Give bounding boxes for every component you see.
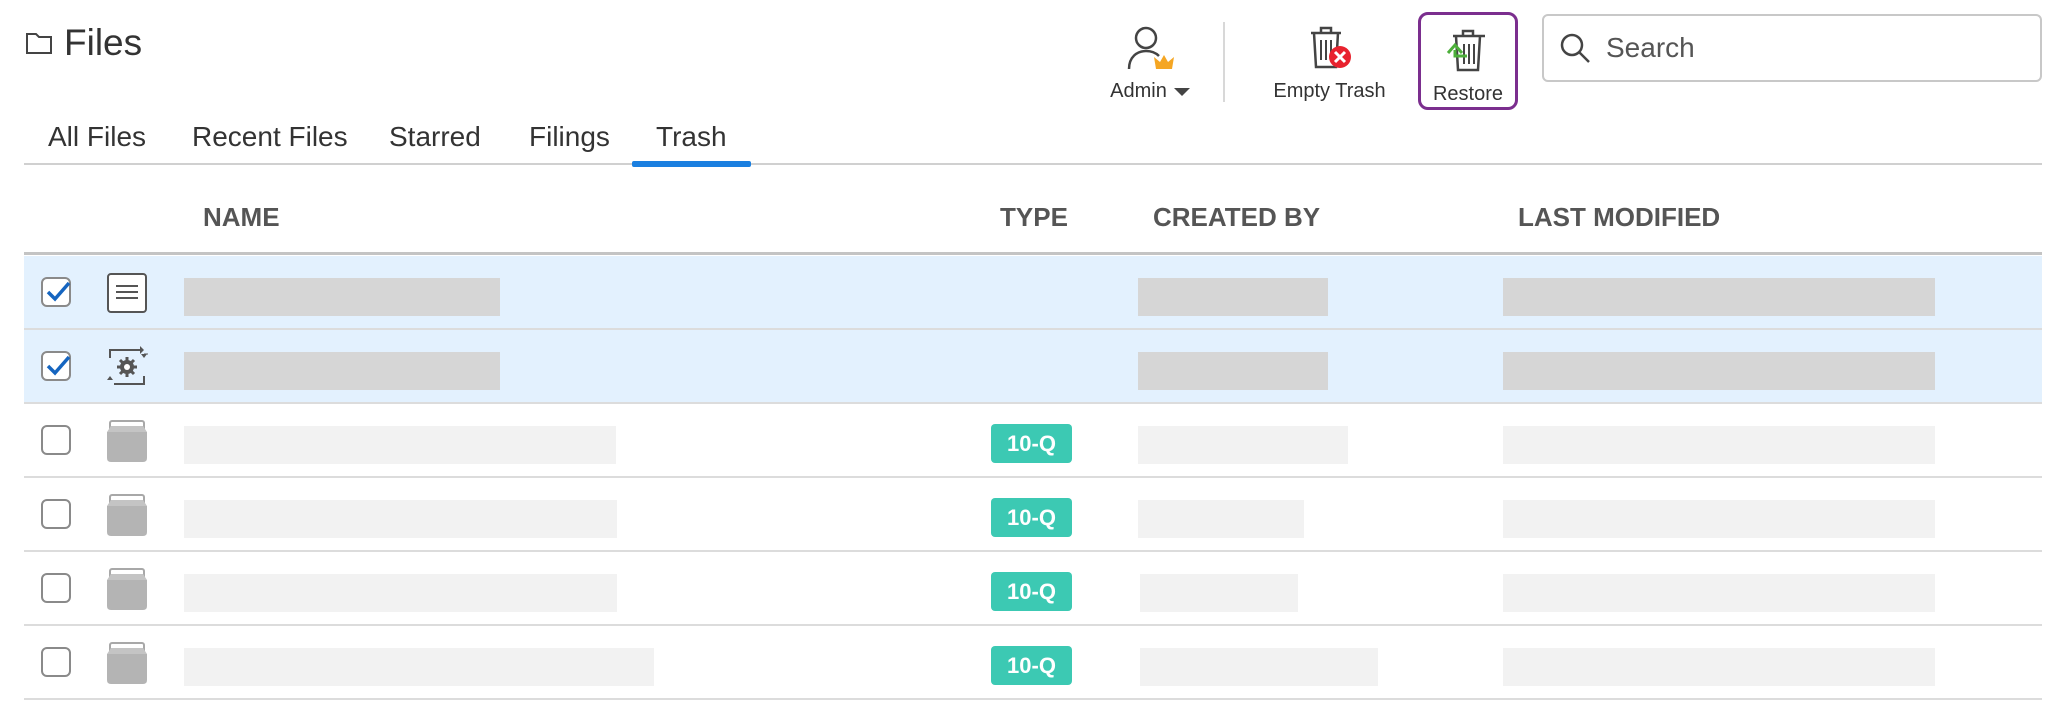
name-placeholder xyxy=(184,426,616,464)
search-icon xyxy=(1560,33,1590,63)
trash-restore-icon xyxy=(1446,29,1485,72)
name-placeholder xyxy=(184,500,617,538)
tab-trash[interactable]: Trash xyxy=(632,117,750,167)
filing-box-icon xyxy=(107,568,147,610)
type-badge: 10-Q xyxy=(991,646,1072,685)
last-modified-placeholder xyxy=(1503,352,1935,390)
column-header-name[interactable]: NAME xyxy=(203,202,280,233)
table-row[interactable]: 10-Q xyxy=(24,552,2042,626)
row-checkbox[interactable] xyxy=(41,277,71,307)
search-input[interactable] xyxy=(1604,31,2028,65)
column-header-created-by[interactable]: CREATED BY xyxy=(1153,202,1320,233)
page-title-text: Files xyxy=(64,22,143,63)
type-badge: 10-Q xyxy=(991,498,1072,537)
column-header-type[interactable]: TYPE xyxy=(1000,202,1068,233)
admin-label: Admin xyxy=(1110,80,1167,102)
created-by-placeholder xyxy=(1138,352,1328,390)
last-modified-placeholder xyxy=(1503,500,1935,538)
tab-recent-files[interactable]: Recent Files xyxy=(192,117,348,165)
tab-starred[interactable]: Starred xyxy=(389,117,481,165)
document-icon xyxy=(107,273,147,313)
restore-button[interactable]: Restore xyxy=(1418,12,1518,110)
created-by-placeholder xyxy=(1138,500,1304,538)
type-badge: 10-Q xyxy=(991,572,1072,611)
row-checkbox[interactable] xyxy=(41,573,71,603)
table-row[interactable] xyxy=(24,330,2042,404)
name-placeholder xyxy=(184,352,500,390)
table-header: NAME TYPE CREATED BY LAST MODIFIED xyxy=(24,180,2042,255)
name-placeholder xyxy=(184,648,654,686)
filing-box-icon xyxy=(107,420,147,462)
row-checkbox[interactable] xyxy=(41,499,71,529)
name-placeholder xyxy=(184,278,500,316)
created-by-placeholder xyxy=(1140,574,1298,612)
checkmark-icon xyxy=(46,355,71,376)
tab-all-files[interactable]: All Files xyxy=(48,117,146,165)
empty-trash-button[interactable]: Empty Trash xyxy=(1262,22,1397,103)
row-checkbox[interactable] xyxy=(41,647,71,677)
trash-delete-icon xyxy=(1310,26,1351,69)
table-row[interactable]: 10-Q xyxy=(24,404,2042,478)
created-by-placeholder xyxy=(1140,648,1378,686)
tab-filings[interactable]: Filings xyxy=(529,117,610,165)
admin-user-icon xyxy=(1127,26,1174,70)
tab-bar: All Files Recent Files Starred Filings T… xyxy=(24,117,2042,167)
caret-down-icon xyxy=(1173,87,1190,96)
filing-box-icon xyxy=(107,642,147,684)
empty-trash-label: Empty Trash xyxy=(1273,80,1386,102)
last-modified-placeholder xyxy=(1503,648,1935,686)
table-row[interactable]: 10-Q xyxy=(24,478,2042,552)
created-by-placeholder xyxy=(1138,278,1328,316)
last-modified-placeholder xyxy=(1503,278,1935,316)
sync-settings-icon xyxy=(107,346,148,385)
row-checkbox[interactable] xyxy=(41,425,71,455)
created-by-placeholder xyxy=(1138,426,1348,464)
row-checkbox[interactable] xyxy=(41,351,71,381)
filing-box-icon xyxy=(107,494,147,536)
search-box[interactable] xyxy=(1542,14,2042,82)
admin-menu-button[interactable]: Admin xyxy=(1095,22,1205,103)
last-modified-placeholder xyxy=(1503,574,1935,612)
last-modified-placeholder xyxy=(1503,426,1935,464)
checkmark-icon xyxy=(46,281,71,302)
table-row[interactable] xyxy=(24,256,2042,330)
name-placeholder xyxy=(184,574,617,612)
page-title: Files xyxy=(24,22,142,64)
column-header-last-modified[interactable]: LAST MODIFIED xyxy=(1518,202,1720,233)
restore-label: Restore xyxy=(1432,83,1504,105)
type-badge: 10-Q xyxy=(991,424,1072,463)
table-row[interactable]: 10-Q xyxy=(24,626,2042,700)
toolbar-divider xyxy=(1223,22,1225,102)
folder-icon xyxy=(26,33,52,54)
